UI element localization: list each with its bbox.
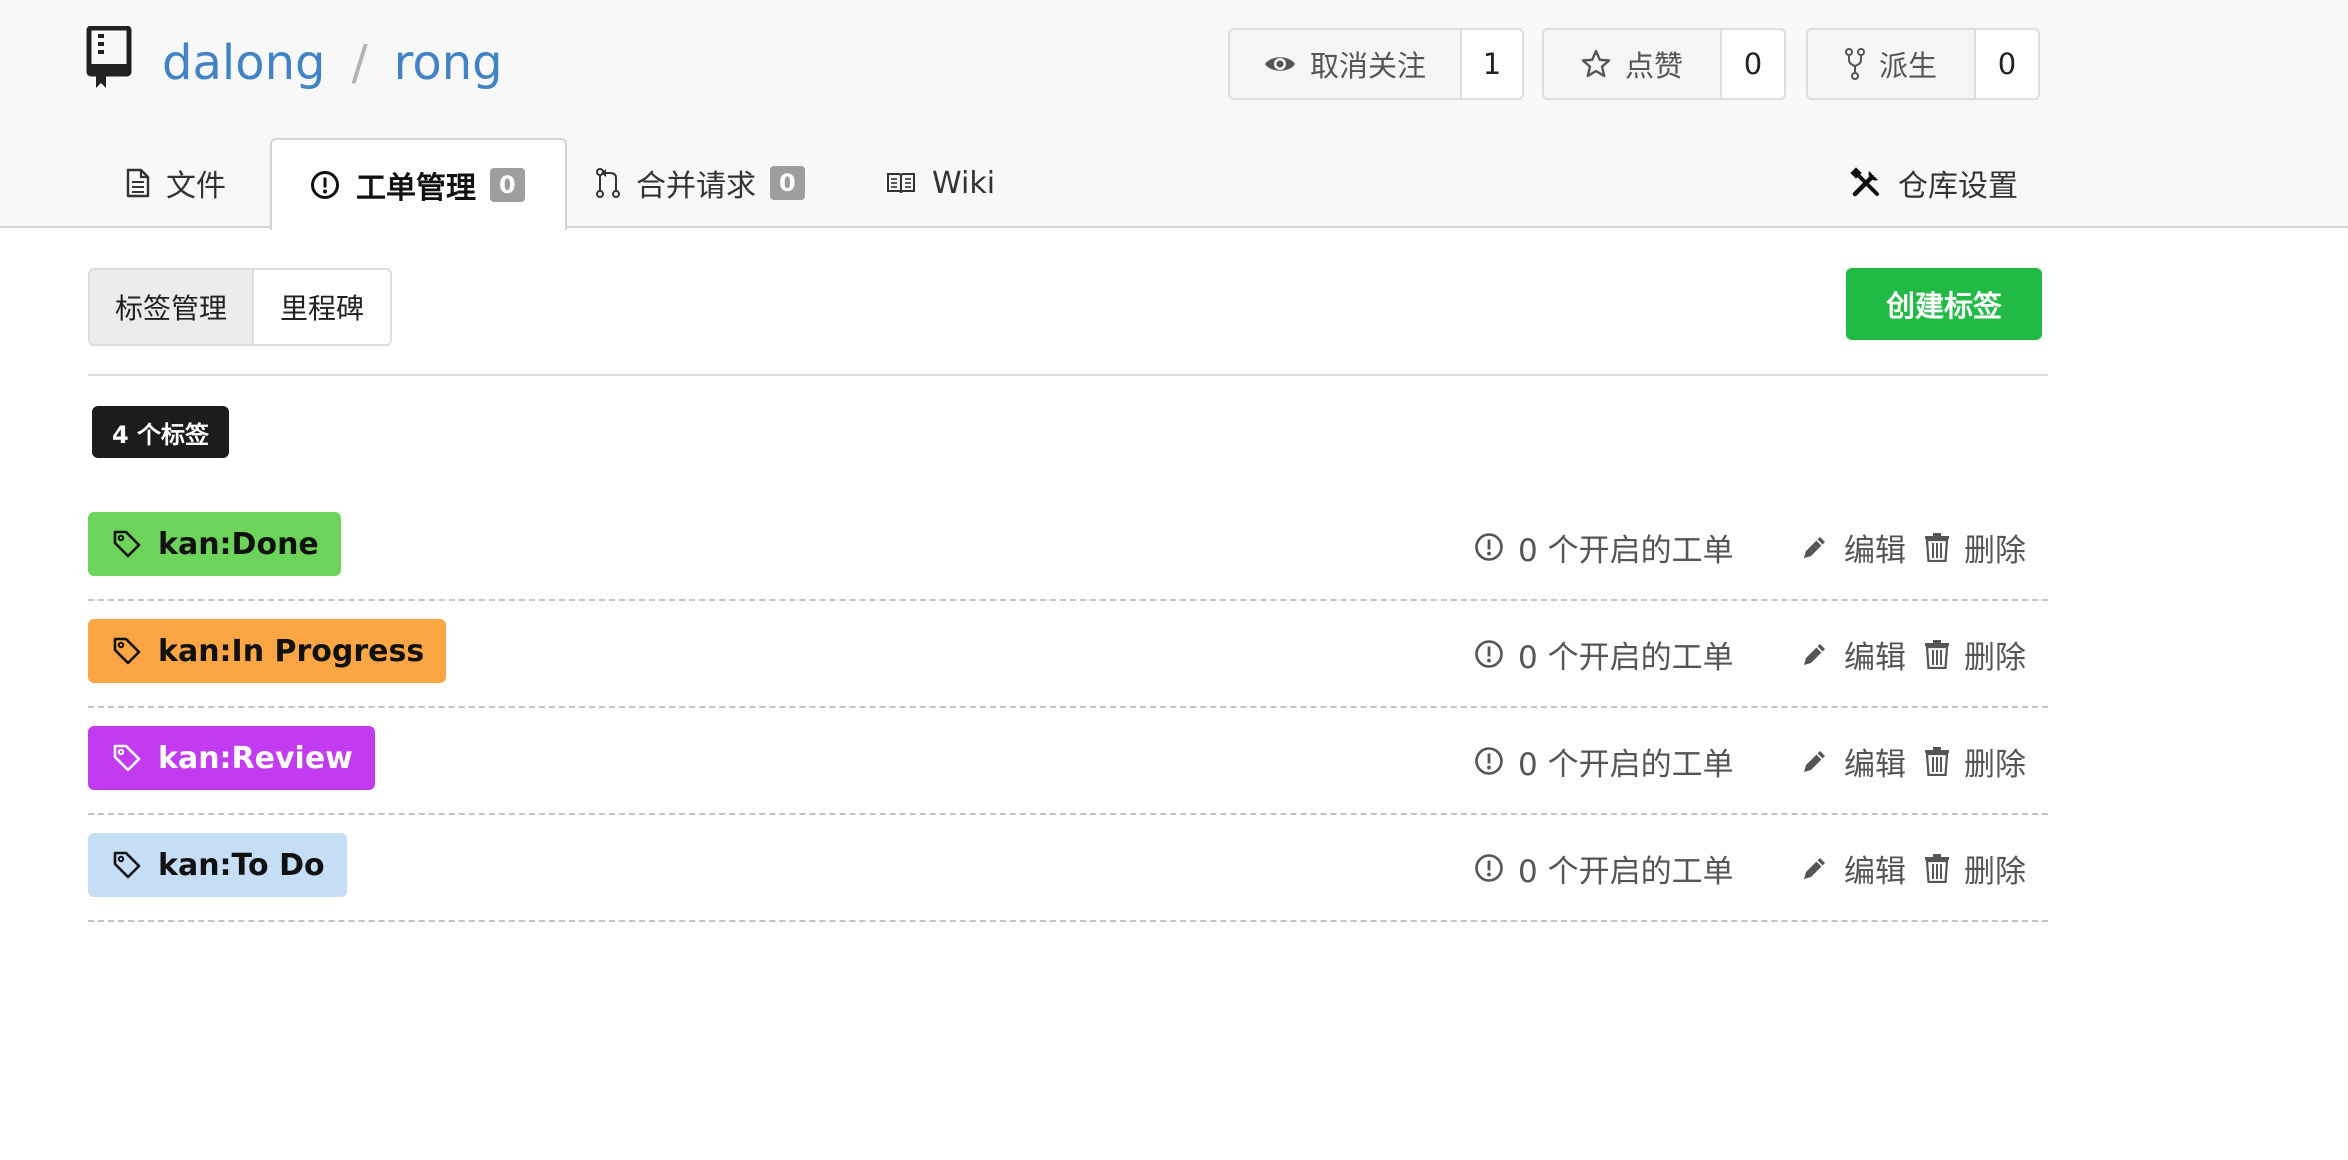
label-name: kan:To Do <box>158 847 325 883</box>
label-name: kan:Review <box>158 740 353 776</box>
tab-settings[interactable]: 仓库设置 <box>1850 138 2018 228</box>
open-issues-link[interactable]: 0 个开启的工单 <box>1474 736 1734 786</box>
delete-label-button[interactable]: 删除 <box>1924 522 2026 572</box>
issue-icon <box>1475 640 1503 668</box>
trash-icon <box>1925 747 1949 776</box>
label-row: kan:In Progress 0 个开启的工单 编辑 删除 <box>88 601 2048 708</box>
tab-issues-label: 工单管理 <box>356 171 476 206</box>
issues-count-badge: 0 <box>490 168 525 202</box>
label-row: kan:Review 0 个开启的工单 编辑 删除 <box>88 708 2048 815</box>
create-label-button[interactable]: 创建标签 <box>1846 268 2042 340</box>
tab-issues[interactable]: 工单管理 0 <box>270 138 567 230</box>
edit-label: 编辑 <box>1844 532 1906 569</box>
tab-files[interactable]: 文件 <box>126 138 226 228</box>
fork-group: 派生 0 <box>1806 28 2040 100</box>
delete-label-button[interactable]: 删除 <box>1924 736 2026 786</box>
eye-icon <box>1264 57 1295 71</box>
tab-wiki[interactable]: Wiki <box>886 138 995 228</box>
fork-label: 派生 <box>1878 49 1937 83</box>
tag-icon <box>113 744 141 772</box>
tools-icon <box>1850 167 1879 197</box>
edit-label-button[interactable]: 编辑 <box>1800 736 1906 786</box>
delete-label: 删除 <box>1964 639 2026 676</box>
star-label: 点赞 <box>1624 49 1683 83</box>
label-chip[interactable]: kan:Review <box>88 726 375 790</box>
tab-pull-requests[interactable]: 合并请求 0 <box>596 138 805 228</box>
label-chip[interactable]: kan:In Progress <box>88 619 447 683</box>
open-issues-label: 0 个开启的工单 <box>1518 639 1734 676</box>
tab-files-label: 文件 <box>166 169 226 204</box>
labels-milestones-switch: 标签管理 里程碑 <box>88 268 392 346</box>
open-issues-link[interactable]: 0 个开启的工单 <box>1474 843 1734 893</box>
trash-icon <box>1925 640 1949 669</box>
issue-icon <box>311 171 339 199</box>
pulls-count-badge: 0 <box>770 166 805 200</box>
issue-icon <box>1475 533 1503 561</box>
star-icon <box>1581 49 1611 78</box>
file-icon <box>126 168 150 198</box>
watch-count[interactable]: 1 <box>1462 30 1522 98</box>
edit-label-button[interactable]: 编辑 <box>1800 629 1906 679</box>
tab-wiki-label: Wiki <box>932 165 996 201</box>
unwatch-label: 取消关注 <box>1309 49 1426 83</box>
repo-separator: / <box>351 35 368 91</box>
label-name: kan:Done <box>158 526 319 562</box>
edit-label: 编辑 <box>1844 853 1906 890</box>
edit-label: 编辑 <box>1844 746 1906 783</box>
divider <box>88 374 2048 376</box>
open-issues-label: 0 个开启的工单 <box>1518 746 1734 783</box>
pencil-icon <box>1804 644 1825 665</box>
tab-settings-label: 仓库设置 <box>1898 169 2018 204</box>
repo-owner-link[interactable]: dalong <box>162 35 325 91</box>
fork-button[interactable]: 派生 <box>1808 30 1976 98</box>
edit-label: 编辑 <box>1844 639 1906 676</box>
repo-title: dalong / rong <box>162 30 503 100</box>
trash-icon <box>1925 854 1949 883</box>
label-row: kan:Done 0 个开启的工单 编辑 删除 <box>88 494 2048 601</box>
repo-icon <box>86 26 132 88</box>
issue-icon <box>1475 747 1503 775</box>
tab-pull-requests-label: 合并请求 <box>636 169 756 204</box>
repo-header: dalong / rong 取消关注 1 点赞 0 派生 0 文件 工单管理 0… <box>0 0 2348 230</box>
delete-label: 删除 <box>1964 853 2026 890</box>
edit-label-button[interactable]: 编辑 <box>1800 843 1906 893</box>
edit-label-button[interactable]: 编辑 <box>1800 522 1906 572</box>
fork-count[interactable]: 0 <box>1976 30 2038 98</box>
tag-icon <box>113 851 141 879</box>
pull-request-icon <box>596 168 620 198</box>
delete-label: 删除 <box>1964 532 2026 569</box>
milestones-tab[interactable]: 里程碑 <box>254 270 390 344</box>
unwatch-button[interactable]: 取消关注 <box>1230 30 1462 98</box>
issue-icon <box>1475 854 1503 882</box>
label-name: kan:In Progress <box>158 633 425 669</box>
pencil-icon <box>1804 537 1825 558</box>
open-issues-link[interactable]: 0 个开启的工单 <box>1474 522 1734 572</box>
fork-icon <box>1844 48 1865 80</box>
delete-label-button[interactable]: 删除 <box>1924 629 2026 679</box>
repo-name-link[interactable]: rong <box>394 35 503 91</box>
star-group: 点赞 0 <box>1542 28 1786 100</box>
tag-icon <box>113 637 141 665</box>
open-issues-link[interactable]: 0 个开启的工单 <box>1474 629 1734 679</box>
watch-group: 取消关注 1 <box>1228 28 1524 100</box>
star-button[interactable]: 点赞 <box>1544 30 1722 98</box>
star-count[interactable]: 0 <box>1722 30 1784 98</box>
labels-tab[interactable]: 标签管理 <box>90 270 254 344</box>
trash-icon <box>1925 533 1949 562</box>
tag-icon <box>113 530 141 558</box>
label-chip[interactable]: kan:To Do <box>88 833 347 897</box>
pencil-icon <box>1804 858 1825 879</box>
label-count-badge: 4 个标签 <box>92 406 230 458</box>
delete-label-button[interactable]: 删除 <box>1924 843 2026 893</box>
book-icon <box>887 173 915 194</box>
open-issues-label: 0 个开启的工单 <box>1518 853 1734 890</box>
open-issues-label: 0 个开启的工单 <box>1518 532 1734 569</box>
label-chip[interactable]: kan:Done <box>88 512 341 576</box>
label-row: kan:To Do 0 个开启的工单 编辑 删除 <box>88 815 2048 922</box>
delete-label: 删除 <box>1964 746 2026 783</box>
pencil-icon <box>1804 751 1825 772</box>
